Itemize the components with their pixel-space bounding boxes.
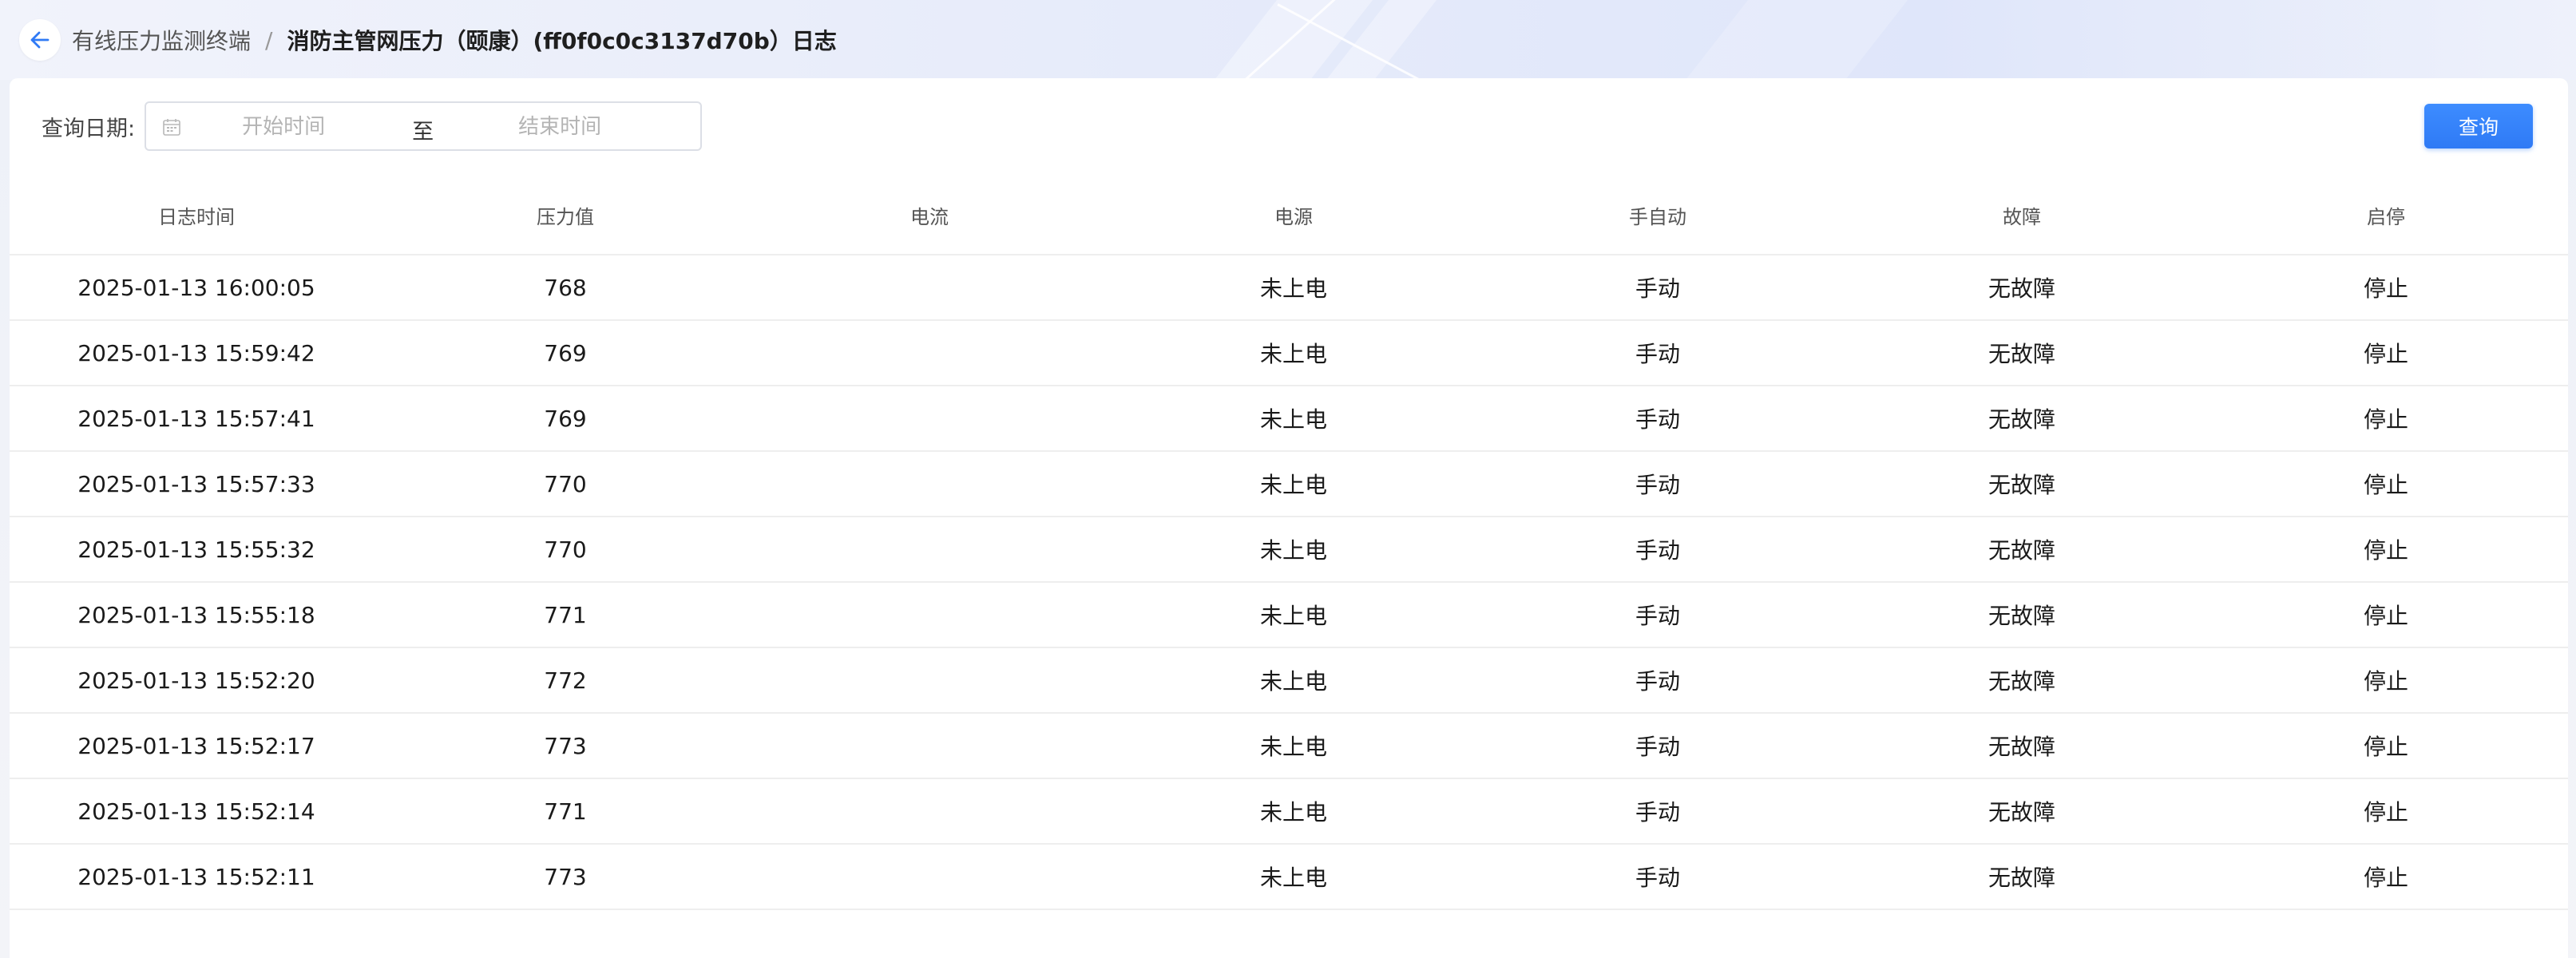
cell-power: 未上电 (1259, 603, 1327, 629)
cell-pressure: 770 (544, 536, 587, 563)
cell-pressure: 773 (544, 732, 587, 759)
table-row: 2025-01-13 15:55:18 771 未上电 手动 无故障 停止 (10, 583, 2568, 648)
table-row: 2025-01-13 15:57:33 770 未上电 手动 无故障 停止 (10, 452, 2568, 517)
column-header-power: 电源 (1274, 205, 1313, 228)
cell-pressure: 769 (544, 339, 587, 366)
cell-log-time: 2025-01-13 15:52:14 (77, 798, 315, 825)
cell-auto-manual: 手动 (1635, 472, 1680, 498)
cell-auto-manual: 手动 (1635, 734, 1680, 760)
log-table: 日志时间 压力值 电流 电源 手自动 故障 启停 2025-01-13 16:0… (10, 176, 2568, 910)
end-time-input[interactable] (517, 110, 696, 144)
cell-auto-manual: 手动 (1635, 799, 1680, 825)
date-range-picker[interactable]: 至 (145, 101, 703, 151)
cell-fault: 无故障 (1987, 603, 2055, 629)
table-row: 2025-01-13 15:59:42 769 未上电 手动 无故障 停止 (10, 321, 2568, 386)
cell-start-stop: 停止 (2363, 734, 2408, 760)
table-row: 2025-01-13 15:55:32 770 未上电 手动 无故障 停止 (10, 517, 2568, 583)
column-header-current: 电流 (910, 205, 949, 228)
column-header-fault: 故障 (2003, 205, 2041, 228)
date-filter: 查询日期: 至 (42, 101, 703, 152)
cell-power: 未上电 (1259, 799, 1327, 825)
cell-fault: 无故障 (1987, 668, 2055, 695)
cell-auto-manual: 手动 (1635, 603, 1680, 629)
cell-start-stop: 停止 (2363, 603, 2408, 629)
cell-power: 未上电 (1259, 865, 1327, 891)
cell-start-stop: 停止 (2363, 472, 2408, 498)
cell-power: 未上电 (1259, 734, 1327, 760)
breadcrumb: 有线压力监测终端 / 消防主管网压力（颐康）(ff0f0c0c3137d70b）… (19, 16, 837, 64)
table-row: 2025-01-13 15:52:14 771 未上电 手动 无故障 停止 (10, 779, 2568, 845)
cell-start-stop: 停止 (2363, 537, 2408, 564)
cell-pressure: 771 (544, 601, 587, 628)
table-row: 2025-01-13 15:52:20 772 未上电 手动 无故障 停止 (10, 648, 2568, 714)
cell-power: 未上电 (1259, 275, 1327, 302)
cell-pressure: 773 (544, 863, 587, 890)
cell-pressure: 769 (544, 405, 587, 432)
breadcrumb-parent[interactable]: 有线压力监测终端 (72, 24, 251, 56)
column-header-log-time: 日志时间 (158, 205, 235, 228)
cell-fault: 无故障 (1987, 406, 2055, 433)
cell-pressure: 770 (544, 470, 587, 497)
table-body: 2025-01-13 16:00:05 768 未上电 手动 无故障 停止 2025-01-… (10, 255, 2568, 910)
cell-log-time: 2025-01-13 15:57:41 (77, 405, 315, 432)
cell-log-time: 2025-01-13 15:52:20 (77, 667, 315, 694)
column-header-start-stop: 启停 (2367, 205, 2405, 228)
column-header-pressure: 压力值 (537, 205, 594, 228)
table-row: 2025-01-13 16:00:05 768 未上电 手动 无故障 停止 (10, 255, 2568, 321)
date-filter-label: 查询日期: (42, 116, 136, 141)
page-title: 消防主管网压力（颐康）(ff0f0c0c3137d70b）日志 (287, 28, 837, 54)
cell-fault: 无故障 (1987, 734, 2055, 760)
cell-log-time: 2025-01-13 15:57:33 (77, 470, 315, 497)
cell-fault: 无故障 (1987, 472, 2055, 498)
cell-pressure: 771 (544, 798, 587, 825)
cell-fault: 无故障 (1987, 537, 2055, 564)
back-button[interactable] (19, 19, 61, 61)
cell-log-time: 2025-01-13 15:55:32 (77, 536, 315, 563)
cell-power: 未上电 (1259, 537, 1327, 564)
cell-auto-manual: 手动 (1635, 865, 1680, 891)
arrow-left-icon (30, 31, 50, 49)
calendar-icon (163, 119, 180, 136)
cell-log-time: 2025-01-13 15:52:17 (77, 732, 315, 759)
cell-power: 未上电 (1259, 341, 1327, 367)
table-row: 2025-01-13 15:57:41 769 未上电 手动 无故障 停止 (10, 386, 2568, 452)
cell-auto-manual: 手动 (1635, 406, 1680, 433)
cell-auto-manual: 手动 (1635, 537, 1680, 564)
cell-log-time: 2025-01-13 15:52:11 (77, 863, 315, 890)
cell-pressure: 772 (544, 667, 587, 694)
query-button[interactable]: 查询 (2424, 104, 2533, 148)
column-header-auto-manual: 手自动 (1629, 205, 1686, 228)
cell-log-time: 2025-01-13 15:55:18 (77, 601, 315, 628)
cell-start-stop: 停止 (2363, 341, 2408, 367)
table-row: 2025-01-13 15:52:17 773 未上电 手动 无故障 停止 (10, 714, 2568, 779)
start-time-input[interactable] (240, 110, 420, 144)
cell-auto-manual: 手动 (1635, 341, 1680, 367)
breadcrumb-separator: / (265, 26, 273, 53)
cell-fault: 无故障 (1987, 275, 2055, 302)
main-panel: 查询日期: 至 查询 日志时间 压力值 电流 电源 手自动 (10, 78, 2568, 958)
cell-auto-manual: 手动 (1635, 275, 1680, 302)
cell-start-stop: 停止 (2363, 406, 2408, 433)
range-separator: 至 (412, 120, 434, 144)
cell-auto-manual: 手动 (1635, 668, 1680, 695)
cell-power: 未上电 (1259, 668, 1327, 695)
table-header: 日志时间 压力值 电流 电源 手自动 故障 启停 (10, 176, 2568, 255)
cell-start-stop: 停止 (2363, 865, 2408, 891)
cell-fault: 无故障 (1987, 865, 2055, 891)
table-row: 2025-01-13 15:52:11 773 未上电 手动 无故障 停止 (10, 845, 2568, 910)
cell-start-stop: 停止 (2363, 275, 2408, 302)
cell-pressure: 768 (544, 274, 587, 301)
cell-power: 未上电 (1259, 406, 1327, 433)
cell-log-time: 2025-01-13 15:59:42 (77, 339, 315, 366)
cell-power: 未上电 (1259, 472, 1327, 498)
cell-fault: 无故障 (1987, 799, 2055, 825)
cell-start-stop: 停止 (2363, 668, 2408, 695)
cell-start-stop: 停止 (2363, 799, 2408, 825)
cell-fault: 无故障 (1987, 341, 2055, 367)
cell-log-time: 2025-01-13 16:00:05 (77, 274, 315, 301)
